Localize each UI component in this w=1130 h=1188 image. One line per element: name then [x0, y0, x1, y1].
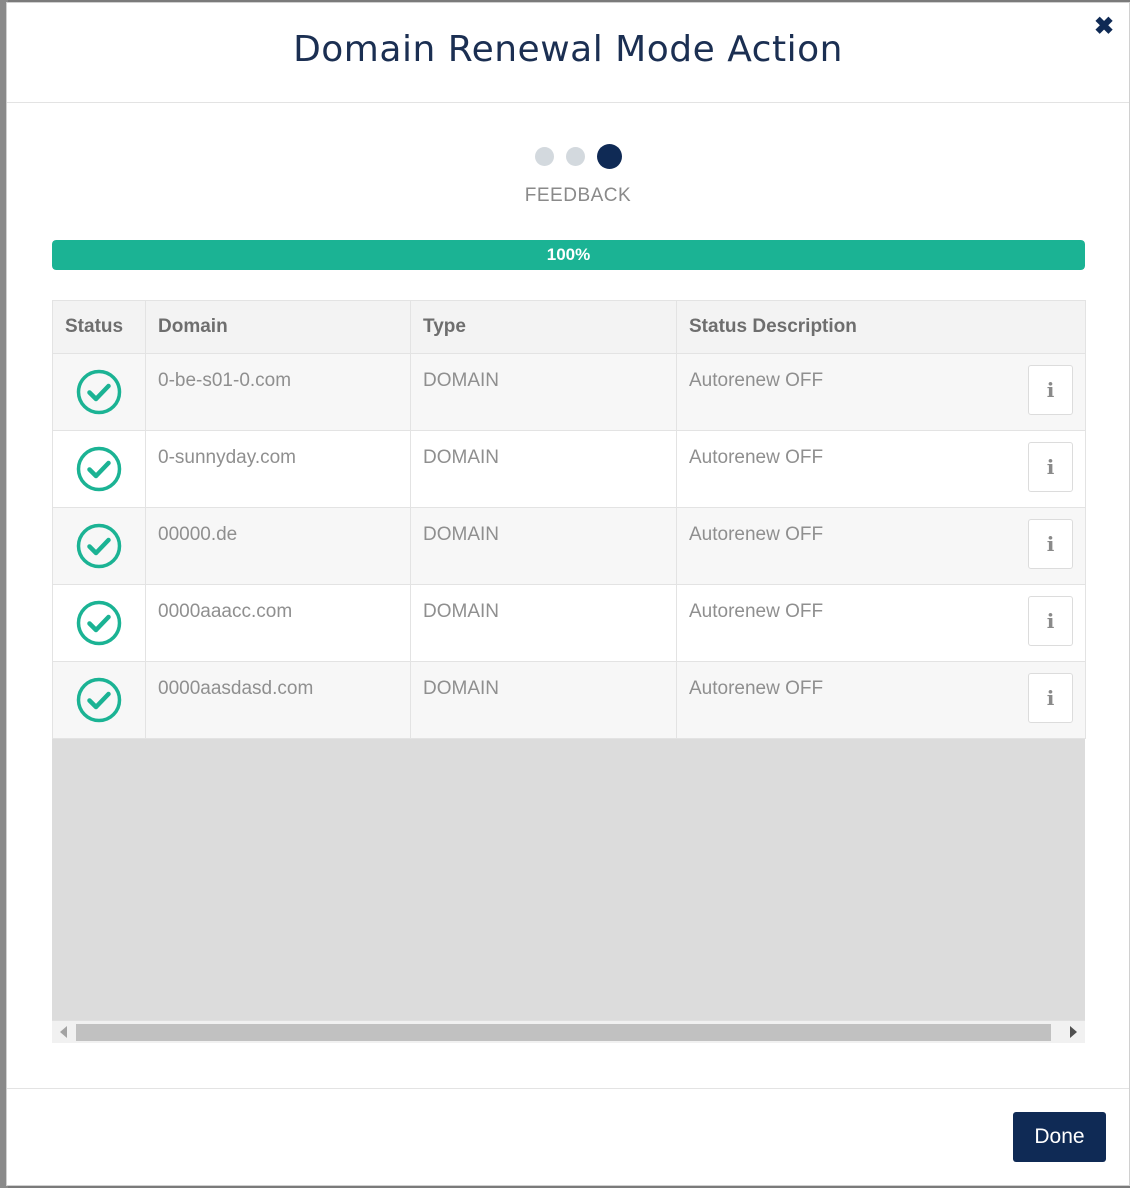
modal-title: Domain Renewal Mode Action: [293, 29, 843, 70]
modal-footer: Done: [7, 1088, 1129, 1187]
progress-text: 100%: [546, 245, 591, 264]
status-description-cell: Autorenew OFF i: [676, 507, 1086, 585]
info-icon[interactable]: i: [1028, 519, 1073, 569]
status-cell: [52, 661, 146, 739]
status-description-text: Autorenew OFF: [689, 447, 824, 468]
status-description-cell: Autorenew OFF i: [676, 584, 1086, 662]
column-header-status[interactable]: Status: [52, 300, 146, 354]
status-description-text: Autorenew OFF: [689, 370, 824, 391]
domain-cell: 0000aaacc.com: [145, 584, 411, 662]
step-dot-1: [534, 146, 554, 166]
status-cell: [52, 507, 146, 585]
modal-header: Domain Renewal Mode Action ✖: [7, 3, 1129, 103]
check-circle-icon: [76, 523, 122, 569]
column-header-type[interactable]: Type: [410, 300, 677, 354]
domain-cell: 0-be-s01-0.com: [145, 353, 411, 431]
check-circle-icon: [76, 677, 122, 723]
info-icon[interactable]: i: [1028, 673, 1073, 723]
progress-bar: 100%: [52, 240, 1085, 270]
status-cell: [52, 584, 146, 662]
status-description-cell: Autorenew OFF i: [676, 353, 1086, 431]
table-row: 0-be-s01-0.com DOMAIN Autorenew OFF i: [52, 353, 1086, 431]
status-description-text: Autorenew OFF: [689, 524, 824, 545]
check-circle-icon: [76, 369, 122, 415]
done-button[interactable]: Done: [1013, 1112, 1106, 1162]
column-header-domain[interactable]: Domain: [145, 300, 411, 354]
status-cell: [52, 353, 146, 431]
table-header-row: Status Domain Type Status Description: [52, 300, 1086, 354]
table-row: 00000.de DOMAIN Autorenew OFF i: [52, 507, 1086, 585]
domain-cell: 0-sunnyday.com: [145, 430, 411, 508]
domain-cell: 00000.de: [145, 507, 411, 585]
step-dot-3-active: [596, 143, 622, 169]
scroll-right-arrow-icon[interactable]: [1070, 1026, 1077, 1038]
status-description-text: Autorenew OFF: [689, 678, 824, 699]
type-cell: DOMAIN: [410, 430, 677, 508]
status-description-text: Autorenew OFF: [689, 601, 824, 622]
info-icon[interactable]: i: [1028, 442, 1073, 492]
domain-renewal-modal: Domain Renewal Mode Action ✖ FEEDBACK 10…: [6, 2, 1130, 1186]
type-cell: DOMAIN: [410, 353, 677, 431]
table-row: 0000aasdasd.com DOMAIN Autorenew OFF i: [52, 661, 1086, 739]
type-cell: DOMAIN: [410, 661, 677, 739]
status-description-cell: Autorenew OFF i: [676, 430, 1086, 508]
scrollbar-thumb[interactable]: [76, 1024, 1051, 1041]
check-circle-icon: [76, 600, 122, 646]
check-circle-icon: [76, 446, 122, 492]
results-table: Status Domain Type Status Description 0-…: [52, 300, 1086, 739]
type-cell: DOMAIN: [410, 507, 677, 585]
progress-fill: 100%: [52, 240, 1085, 270]
results-table-container: Status Domain Type Status Description 0-…: [52, 300, 1086, 1043]
scroll-left-arrow-icon[interactable]: [60, 1026, 67, 1038]
step-label: FEEDBACK: [524, 185, 632, 206]
step-indicator: [7, 141, 1129, 171]
step-dot-2: [565, 146, 585, 166]
horizontal-scrollbar[interactable]: [52, 1020, 1085, 1043]
info-icon[interactable]: i: [1028, 596, 1073, 646]
status-description-cell: Autorenew OFF i: [676, 661, 1086, 739]
table-row: 0000aaacc.com DOMAIN Autorenew OFF i: [52, 584, 1086, 662]
info-icon[interactable]: i: [1028, 365, 1073, 415]
column-header-status-description[interactable]: Status Description: [676, 300, 1086, 354]
status-cell: [52, 430, 146, 508]
domain-cell: 0000aasdasd.com: [145, 661, 411, 739]
close-icon[interactable]: ✖: [1093, 15, 1115, 39]
type-cell: DOMAIN: [410, 584, 677, 662]
table-row: 0-sunnyday.com DOMAIN Autorenew OFF i: [52, 430, 1086, 508]
